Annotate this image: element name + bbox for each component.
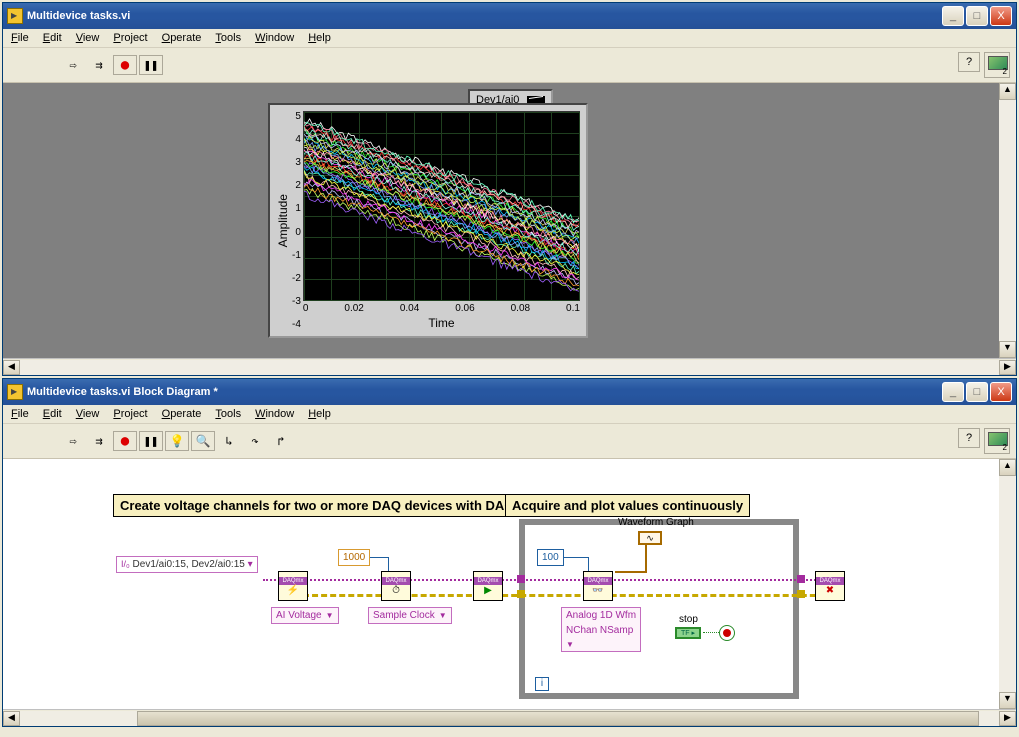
- daqmx-timing-node[interactable]: DAQmx⏱: [381, 571, 411, 601]
- y-axis-label: Amplitude: [276, 194, 290, 247]
- panel-horizontal-scrollbar[interactable]: ◀ ▶: [3, 358, 1016, 375]
- run-button[interactable]: ⇨: [61, 431, 85, 451]
- context-help-button[interactable]: ?: [958, 428, 980, 448]
- menu-project[interactable]: Project: [113, 408, 147, 420]
- loop-condition-icon[interactable]: [719, 625, 735, 641]
- physical-channels-constant[interactable]: I/₀ Dev1/ai0:15, Dev2/ai0:15 ▾: [116, 556, 258, 573]
- create-channel-selector[interactable]: AI Voltage: [271, 607, 339, 624]
- timing-selector[interactable]: Sample Clock: [368, 607, 452, 624]
- window-title: Multidevice tasks.vi: [27, 10, 942, 22]
- menu-tools[interactable]: Tools: [215, 32, 241, 44]
- minimize-button[interactable]: _: [942, 382, 964, 402]
- maximize-button[interactable]: □: [966, 6, 988, 26]
- menu-file[interactable]: File: [11, 408, 29, 420]
- menu-operate[interactable]: Operate: [162, 32, 202, 44]
- toolbar-front: ⇨ ⇉ ● ❚❚ ?: [3, 48, 1016, 83]
- step-over-button[interactable]: ↷: [243, 431, 267, 451]
- scroll-left-icon[interactable]: ◀: [3, 360, 20, 375]
- titlebar-block[interactable]: Multidevice tasks.vi Block Diagram * _ □…: [3, 379, 1016, 405]
- stop-label: stop: [679, 614, 698, 625]
- menu-window[interactable]: Window: [255, 32, 294, 44]
- vi-file-icon: [7, 384, 23, 400]
- comment-acquire-plot[interactable]: Acquire and plot values continuously: [505, 494, 750, 517]
- vi-file-icon: [7, 8, 23, 24]
- rate-constant[interactable]: 1000: [338, 549, 370, 566]
- diagram-vertical-scrollbar[interactable]: ▲ ▼: [999, 459, 1016, 709]
- run-button[interactable]: ⇨: [61, 55, 85, 75]
- waveform-graph[interactable]: Amplitude 543210-1-2-3-4 00.020.040.060.…: [268, 103, 588, 338]
- loop-tunnel-task-out: [797, 575, 805, 583]
- front-panel-window: Multidevice tasks.vi _ □ X File Edit Vie…: [2, 2, 1017, 376]
- menu-tools[interactable]: Tools: [215, 408, 241, 420]
- samples-constant[interactable]: 100: [537, 549, 564, 566]
- plot-area[interactable]: [303, 111, 580, 301]
- waveform-graph-label: Waveform Graph: [618, 517, 694, 528]
- front-panel: Dev1/ai0 Amplitude 543210-1-2-3-4 00.020…: [3, 83, 1016, 358]
- step-into-button[interactable]: ↳: [217, 431, 241, 451]
- step-out-button[interactable]: ↱: [269, 431, 293, 451]
- scroll-up-icon[interactable]: ▲: [999, 459, 1016, 476]
- vi-connector-icon[interactable]: [984, 52, 1010, 78]
- scroll-down-icon[interactable]: ▼: [999, 692, 1016, 709]
- panel-vertical-scrollbar[interactable]: ▲ ▼: [999, 83, 1016, 358]
- x-axis-label: Time: [303, 316, 580, 330]
- scroll-down-icon[interactable]: ▼: [999, 341, 1016, 358]
- stop-control-terminal[interactable]: TF ▸: [675, 627, 701, 639]
- block-diagram[interactable]: Create voltage channels for two or more …: [3, 459, 1016, 709]
- pause-button[interactable]: ❚❚: [139, 55, 163, 75]
- menu-view[interactable]: View: [76, 32, 100, 44]
- toolbar-block: ⇨ ⇉ ● ❚❚ 💡 🔍 ↳ ↷ ↱ ?: [3, 424, 1016, 459]
- daqmx-read-node[interactable]: DAQmx👓: [583, 571, 613, 601]
- menu-help[interactable]: Help: [308, 408, 331, 420]
- titlebar-front[interactable]: Multidevice tasks.vi _ □ X: [3, 3, 1016, 29]
- scroll-left-icon[interactable]: ◀: [3, 711, 20, 726]
- daqmx-start-task-node[interactable]: DAQmx▶: [473, 571, 503, 601]
- highlight-exec-button[interactable]: 💡: [165, 431, 189, 451]
- abort-button[interactable]: ●: [113, 55, 137, 75]
- pause-button[interactable]: ❚❚: [139, 431, 163, 451]
- loop-iteration-terminal[interactable]: i: [535, 677, 549, 691]
- menu-view[interactable]: View: [76, 408, 100, 420]
- scroll-right-icon[interactable]: ▶: [999, 360, 1016, 375]
- daqmx-clear-task-node[interactable]: DAQmx✖: [815, 571, 845, 601]
- context-help-button[interactable]: ?: [958, 52, 980, 72]
- run-continuous-button[interactable]: ⇉: [87, 55, 111, 75]
- scroll-right-icon[interactable]: ▶: [999, 711, 1016, 726]
- close-button[interactable]: X: [990, 382, 1012, 402]
- minimize-button[interactable]: _: [942, 6, 964, 26]
- abort-button[interactable]: ●: [113, 431, 137, 451]
- menu-edit[interactable]: Edit: [43, 408, 62, 420]
- menu-file[interactable]: File: [11, 32, 29, 44]
- diagram-horizontal-scrollbar[interactable]: ◀ ▶: [3, 709, 1016, 726]
- retain-wire-button[interactable]: 🔍: [191, 431, 215, 451]
- close-button[interactable]: X: [990, 6, 1012, 26]
- menu-window[interactable]: Window: [255, 408, 294, 420]
- loop-tunnel-error-out: [797, 590, 805, 598]
- stop-wire: [703, 632, 719, 633]
- waveform-wire-h: [615, 571, 645, 573]
- menu-operate[interactable]: Operate: [162, 408, 202, 420]
- maximize-button[interactable]: □: [966, 382, 988, 402]
- y-axis-ticks: 543210-1-2-3-4: [292, 111, 301, 330]
- loop-tunnel-task-in: [517, 575, 525, 583]
- scroll-up-icon[interactable]: ▲: [999, 83, 1016, 100]
- menu-edit[interactable]: Edit: [43, 32, 62, 44]
- block-diagram-window: Multidevice tasks.vi Block Diagram * _ □…: [2, 378, 1017, 727]
- vi-connector-icon[interactable]: [984, 428, 1010, 454]
- daqmx-create-channel-node[interactable]: DAQmx⚡: [278, 571, 308, 601]
- run-continuous-button[interactable]: ⇉: [87, 431, 111, 451]
- menubar: File Edit View Project Operate Tools Win…: [3, 405, 1016, 424]
- task-wire: [263, 579, 843, 581]
- x-axis-ticks: 00.020.040.060.080.1: [303, 303, 580, 314]
- window-title: Multidevice tasks.vi Block Diagram *: [27, 386, 942, 398]
- read-selector[interactable]: Analog 1D WfmNChan NSamp: [561, 607, 641, 652]
- loop-tunnel-error-in: [517, 590, 525, 598]
- waveform-graph-terminal[interactable]: ∿: [638, 531, 662, 545]
- menu-project[interactable]: Project: [113, 32, 147, 44]
- menubar: File Edit View Project Operate Tools Win…: [3, 29, 1016, 48]
- menu-help[interactable]: Help: [308, 32, 331, 44]
